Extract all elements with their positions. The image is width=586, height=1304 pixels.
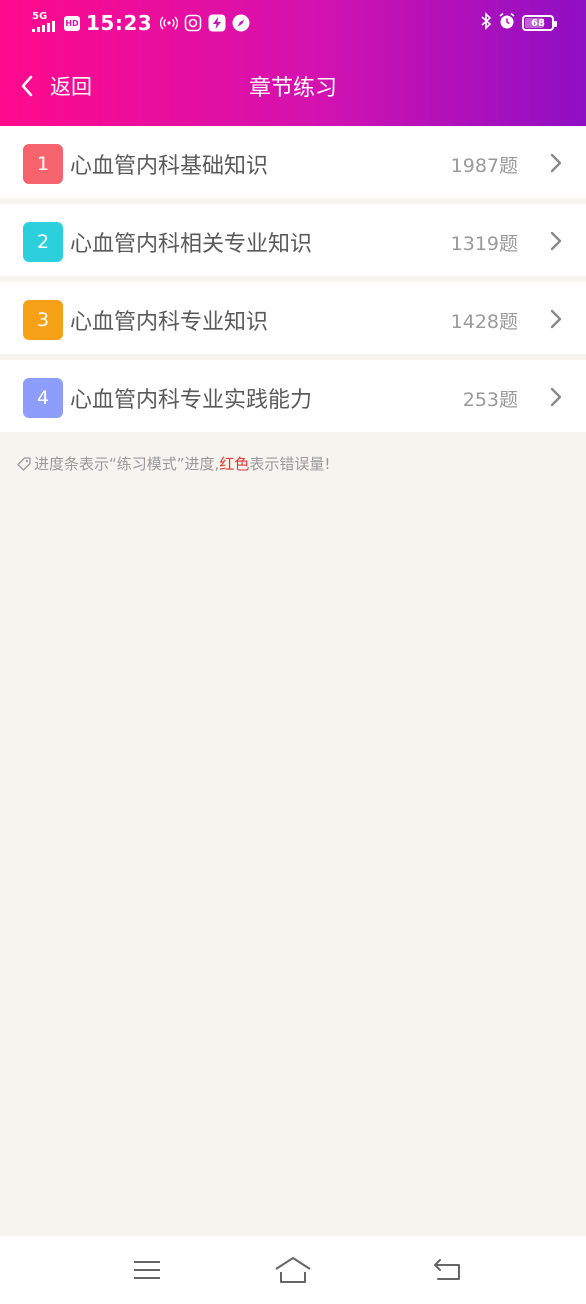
chapter-index-badge: 2 bbox=[23, 222, 63, 262]
chapter-title: 心血管内科相关专业知识 bbox=[70, 232, 313, 257]
status-right: 68 bbox=[480, 12, 557, 34]
question-count: 1987题 bbox=[450, 155, 518, 177]
chapter-index-badge: 3 bbox=[23, 300, 63, 340]
page-title: 章节练习 bbox=[248, 76, 337, 101]
hotspot-icon bbox=[160, 14, 179, 32]
chapter-list: 1 心血管内科基础知识 1987题 2 心血管内科相关专业知识 1319题 3 … bbox=[0, 126, 586, 438]
return-button[interactable] bbox=[427, 1254, 467, 1286]
menu-icon bbox=[134, 1261, 160, 1279]
battery-level: 68 bbox=[531, 17, 545, 29]
chapter-index-badge: 1 bbox=[23, 144, 63, 184]
alarm-icon bbox=[498, 12, 516, 34]
home-icon bbox=[275, 1257, 311, 1283]
hint-text-end: 表示错误量! bbox=[249, 455, 331, 473]
status-left: 5G HD 15:23 bbox=[32, 10, 256, 36]
hint-red-text: 红色 bbox=[219, 455, 250, 473]
question-count: 253题 bbox=[462, 389, 518, 411]
flash-notification-icon bbox=[208, 14, 226, 32]
chapter-title: 心血管内科专业实践能力 bbox=[70, 388, 313, 413]
chapter-item[interactable]: 2 心血管内科相关专业知识 1319题 bbox=[0, 204, 586, 276]
hint-text: 进度条表示“练习模式”进度, bbox=[34, 455, 220, 473]
chevron-right-icon bbox=[550, 153, 562, 173]
return-icon bbox=[434, 1259, 460, 1280]
chapter-title: 心血管内科专业知识 bbox=[70, 310, 269, 335]
status-time: 15:23 bbox=[86, 11, 153, 35]
question-count: 1428题 bbox=[450, 311, 518, 333]
battery-icon: 68 bbox=[522, 15, 557, 31]
status-bar: 5G HD 15:23 68 bbox=[0, 0, 586, 46]
chapter-title: 心血管内科基础知识 bbox=[70, 154, 269, 179]
chevron-right-icon bbox=[550, 309, 562, 329]
chevron-right-icon bbox=[550, 231, 562, 251]
app-notification-icon bbox=[184, 14, 202, 32]
signal-indicator: 5G bbox=[32, 12, 58, 34]
chapter-item[interactable]: 4 心血管内科专业实践能力 253题 bbox=[0, 360, 586, 432]
chapter-practice-screen: 5G HD 15:23 68 返回 章节练习 1 心血管内科基础知识 1987题… bbox=[0, 0, 586, 1304]
signal-bars-icon bbox=[32, 21, 55, 32]
nav-bar: 返回 章节练习 bbox=[0, 46, 586, 126]
chevron-right-icon bbox=[550, 387, 562, 407]
progress-hint: 进度条表示“练习模式”进度, 红色 表示错误量! bbox=[16, 453, 330, 474]
chapter-index-badge: 4 bbox=[23, 378, 63, 418]
chapter-item[interactable]: 3 心血管内科专业知识 1428题 bbox=[0, 282, 586, 354]
question-count: 1319题 bbox=[450, 233, 518, 255]
compass-notification-icon bbox=[232, 14, 250, 32]
chapter-item[interactable]: 1 心血管内科基础知识 1987题 bbox=[0, 126, 586, 198]
header: 5G HD 15:23 68 返回 章节练习 bbox=[0, 0, 586, 126]
home-button[interactable] bbox=[273, 1254, 313, 1286]
menu-button[interactable] bbox=[127, 1254, 167, 1286]
bluetooth-icon bbox=[480, 12, 492, 34]
tag-icon bbox=[17, 456, 31, 471]
hd-badge: HD bbox=[64, 15, 80, 31]
system-nav-bar bbox=[0, 1236, 586, 1304]
